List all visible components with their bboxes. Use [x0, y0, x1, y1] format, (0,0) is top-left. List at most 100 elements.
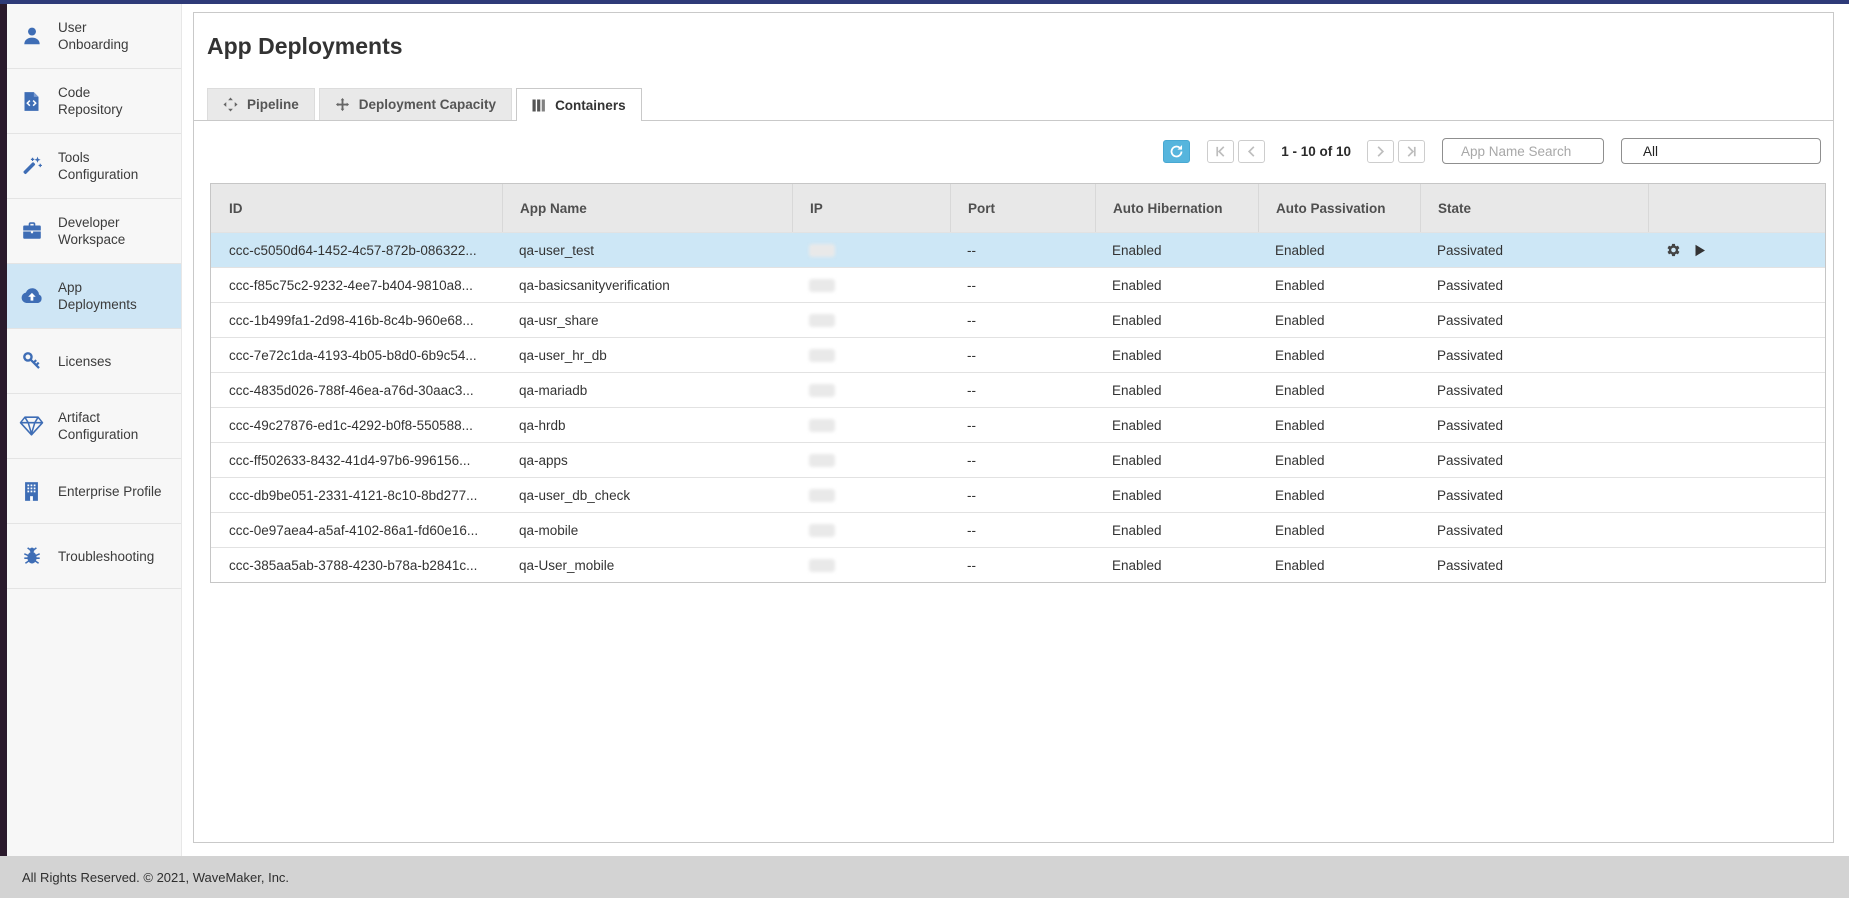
- cell-auto-passivation: Enabled: [1258, 548, 1420, 582]
- sidebar-item-label: Tools Configuration: [58, 149, 138, 183]
- cell-auto-passivation: Enabled: [1258, 338, 1420, 372]
- cell-app-name: qa-mobile: [502, 513, 792, 547]
- cell-actions: [1648, 443, 1825, 477]
- cell-port: --: [950, 338, 1095, 372]
- column-header-app-name: App Name: [502, 184, 792, 232]
- ip-redacted-blur: [809, 384, 835, 397]
- cell-actions: [1648, 478, 1825, 512]
- cell-actions: [1648, 338, 1825, 372]
- cloud-upload-icon: [18, 286, 45, 307]
- table-row[interactable]: ccc-ff502633-8432-41d4-97b6-996156...qa-…: [211, 442, 1825, 477]
- cell-ip: [792, 338, 950, 372]
- ip-redacted-blur: [809, 244, 835, 257]
- refresh-icon: [1169, 144, 1184, 159]
- sidebar-item-label: Troubleshooting: [58, 548, 154, 565]
- cell-state: Passivated: [1420, 513, 1648, 547]
- sidebar-item-artifact-configuration[interactable]: Artifact Configuration: [7, 394, 181, 459]
- cell-ip: [792, 548, 950, 582]
- tab-containers[interactable]: Containers: [516, 88, 642, 121]
- containers-table: IDApp NameIPPortAuto HibernationAuto Pas…: [210, 183, 1826, 583]
- cell-actions: [1648, 548, 1825, 582]
- cell-port: --: [950, 303, 1095, 337]
- last-page-icon: [1404, 144, 1419, 159]
- cell-actions: [1648, 408, 1825, 442]
- tab-label: Pipeline: [247, 97, 299, 112]
- table-row[interactable]: ccc-1b499fa1-2d98-416b-8c4b-960e68...qa-…: [211, 302, 1825, 337]
- tab-pipeline[interactable]: Pipeline: [207, 88, 315, 120]
- tab-deployment-capacity[interactable]: Deployment Capacity: [319, 88, 512, 120]
- sidebar-item-tools-configuration[interactable]: Tools Configuration: [7, 134, 181, 199]
- ip-redacted-blur: [809, 419, 835, 432]
- cell-app-name: qa-user_test: [502, 233, 792, 267]
- cell-auto-hibernation: Enabled: [1095, 478, 1258, 512]
- ip-redacted-blur: [809, 279, 835, 292]
- table-row[interactable]: ccc-c5050d64-1452-4c57-872b-086322...qa-…: [211, 232, 1825, 267]
- cell-auto-hibernation: Enabled: [1095, 268, 1258, 302]
- sidebar-item-licenses[interactable]: Licenses: [7, 329, 181, 394]
- cell-app-name: qa-hrdb: [502, 408, 792, 442]
- cell-actions: [1648, 373, 1825, 407]
- cell-actions: [1648, 513, 1825, 547]
- cell-auto-passivation: Enabled: [1258, 303, 1420, 337]
- filter-dropdown[interactable]: All: [1621, 138, 1821, 164]
- cell-ip: [792, 408, 950, 442]
- next-page-button[interactable]: [1367, 140, 1394, 163]
- run-icon[interactable]: [1694, 244, 1706, 257]
- briefcase-icon: [18, 220, 45, 242]
- diamond-icon: [18, 415, 45, 437]
- sidebar-item-enterprise-profile[interactable]: Enterprise Profile: [7, 459, 181, 524]
- refresh-button[interactable]: [1163, 140, 1190, 163]
- last-page-button[interactable]: [1398, 140, 1425, 163]
- cell-auto-hibernation: Enabled: [1095, 338, 1258, 372]
- cell-ip: [792, 268, 950, 302]
- cell-auto-hibernation: Enabled: [1095, 408, 1258, 442]
- column-header-auto-passivation: Auto Passivation: [1258, 184, 1420, 232]
- cell-id: ccc-db9be051-2331-4121-8c10-8bd277...: [211, 478, 502, 512]
- sidebar-item-code-repository[interactable]: Code Repository: [7, 69, 181, 134]
- cell-auto-passivation: Enabled: [1258, 233, 1420, 267]
- tab-strip: Pipeline Deployment Capacity Containers: [194, 88, 1833, 121]
- table-row[interactable]: ccc-db9be051-2331-4121-8c10-8bd277...qa-…: [211, 477, 1825, 512]
- key-icon: [18, 350, 45, 372]
- first-page-button[interactable]: [1207, 140, 1234, 163]
- table-row[interactable]: ccc-4835d026-788f-46ea-a76d-30aac3...qa-…: [211, 372, 1825, 407]
- cell-state: Passivated: [1420, 268, 1648, 302]
- sidebar-item-user-onboarding[interactable]: User Onboarding: [7, 4, 181, 69]
- cell-port: --: [950, 478, 1095, 512]
- cell-auto-hibernation: Enabled: [1095, 303, 1258, 337]
- search-input[interactable]: [1459, 143, 1594, 160]
- settings-icon[interactable]: [1665, 242, 1681, 258]
- sidebar-item-developer-workspace[interactable]: Developer Workspace: [7, 199, 181, 264]
- cell-id: ccc-49c27876-ed1c-4292-b0f8-550588...: [211, 408, 502, 442]
- cell-ip: [792, 478, 950, 512]
- cell-id: ccc-1b499fa1-2d98-416b-8c4b-960e68...: [211, 303, 502, 337]
- cell-app-name: qa-mariadb: [502, 373, 792, 407]
- sidebar-item-troubleshooting[interactable]: Troubleshooting: [7, 524, 181, 589]
- search-box[interactable]: [1442, 138, 1604, 164]
- first-page-icon: [1213, 144, 1228, 159]
- column-header-id: ID: [211, 184, 502, 232]
- sidebar-item-label: Artifact Configuration: [58, 409, 138, 443]
- footer-text: All Rights Reserved. © 2021, WaveMaker, …: [22, 870, 289, 885]
- cell-id: ccc-c5050d64-1452-4c57-872b-086322...: [211, 233, 502, 267]
- cell-auto-passivation: Enabled: [1258, 443, 1420, 477]
- cell-port: --: [950, 373, 1095, 407]
- cell-auto-hibernation: Enabled: [1095, 373, 1258, 407]
- cell-state: Passivated: [1420, 233, 1648, 267]
- table-row[interactable]: ccc-385aa5ab-3788-4230-b78a-b2841c...qa-…: [211, 547, 1825, 582]
- cell-auto-hibernation: Enabled: [1095, 443, 1258, 477]
- table-row[interactable]: ccc-f85c75c2-9232-4ee7-b404-9810a8...qa-…: [211, 267, 1825, 302]
- cell-ip: [792, 513, 950, 547]
- table-row[interactable]: ccc-49c27876-ed1c-4292-b0f8-550588...qa-…: [211, 407, 1825, 442]
- magic-wand-icon: [18, 155, 45, 177]
- previous-page-button[interactable]: [1238, 140, 1265, 163]
- tab-label: Containers: [555, 98, 626, 113]
- table-row[interactable]: ccc-7e72c1da-4193-4b05-b8d0-6b9c54...qa-…: [211, 337, 1825, 372]
- sidebar-item-app-deployments[interactable]: App Deployments: [7, 264, 181, 329]
- table-row[interactable]: ccc-0e97aea4-a5af-4102-86a1-fd60e16...qa…: [211, 512, 1825, 547]
- cell-port: --: [950, 548, 1095, 582]
- cell-ip: [792, 303, 950, 337]
- columns-icon: [532, 99, 546, 112]
- move-icon: [335, 97, 350, 112]
- cell-app-name: qa-User_mobile: [502, 548, 792, 582]
